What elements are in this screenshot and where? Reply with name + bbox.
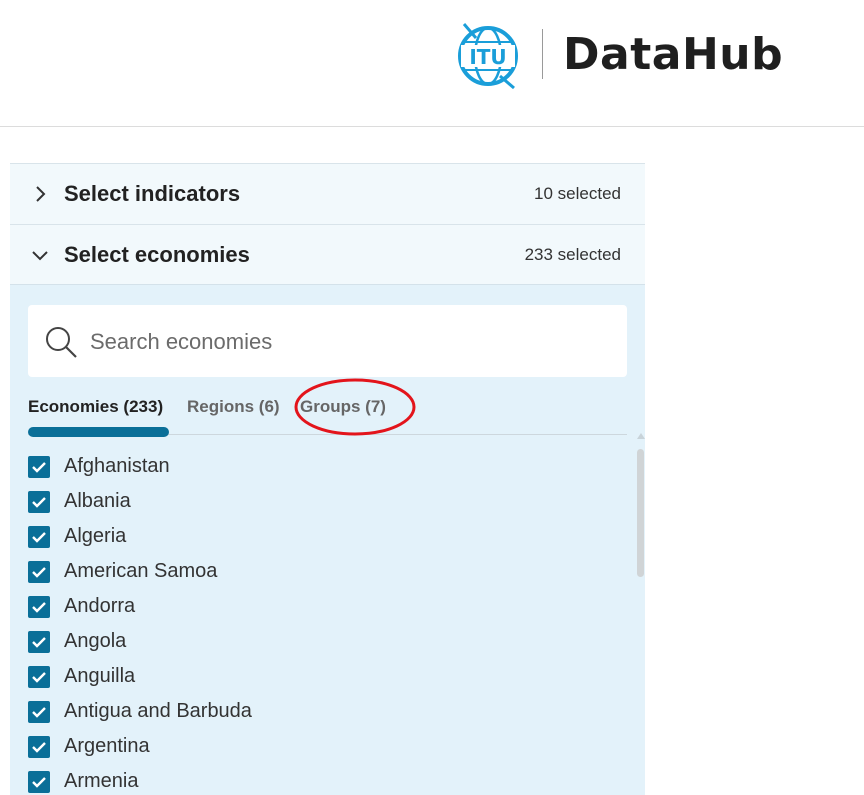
tab-groups[interactable]: Groups (7) [300,397,386,417]
brand-logo[interactable]: ITU DataHub [454,18,783,90]
list-item-label: Angola [64,630,127,652]
list-item[interactable]: Algeria [28,519,628,554]
select-indicators-title: Select indicators [64,181,241,206]
list-scrollbar[interactable] [635,433,645,795]
filter-panel: Select indicators 10 selected Select eco… [10,163,645,795]
list-item-label: American Samoa [64,560,218,582]
checkmark-icon [32,601,46,613]
list-item[interactable]: Argentina [28,729,628,764]
list-item[interactable]: Albania [28,484,628,519]
checkmark-icon [32,741,46,753]
list-item-label: Albania [64,490,131,512]
chevron-down-icon [32,250,48,260]
list-item[interactable]: Anguilla [28,659,628,694]
list-item[interactable]: Antigua and Barbuda [28,694,628,729]
search-input[interactable] [88,321,612,363]
checkmark-icon [32,776,46,788]
checkbox[interactable] [28,630,50,653]
list-item-label: Argentina [64,735,150,757]
chevron-right-icon [36,186,46,202]
checkmark-icon [32,706,46,718]
select-indicators-toggle[interactable]: Select indicators 10 selected [10,163,645,224]
list-item-label: Anguilla [64,665,136,687]
list-item-label: Andorra [64,595,136,617]
list-item[interactable]: Angola [28,624,628,659]
checkbox[interactable] [28,595,50,618]
checkmark-icon [32,566,46,578]
checkbox[interactable] [28,490,50,513]
brand-title: DataHub [563,28,784,80]
logo-text: ITU [469,45,506,69]
active-tab-indicator [28,427,169,437]
list-item-label: Afghanistan [64,455,170,477]
itu-logo-icon: ITU [458,23,518,90]
select-economies-title: Select economies [64,241,250,267]
list-item[interactable]: Armenia [28,764,628,795]
list-item-label: Algeria [64,525,127,547]
list-item-label: Antigua and Barbuda [64,700,252,722]
select-economies-toggle[interactable]: Select economies 233 selected [10,224,645,285]
search-box [28,305,627,377]
checkbox[interactable] [28,770,50,793]
checkmark-icon [32,461,46,473]
checkmark-icon [32,636,46,648]
economy-tabs: Economies (233) Regions (6) Groups (7) [28,388,627,437]
scroll-up-arrow-icon[interactable] [637,433,645,439]
economy-list: Afghanistan Albania Algeria American Sam… [28,449,628,795]
tab-regions[interactable]: Regions (6) [187,397,280,417]
list-item[interactable]: Afghanistan [28,449,628,484]
checkmark-icon [32,496,46,508]
checkbox[interactable] [28,735,50,758]
app-header: ITU DataHub [0,0,864,127]
checkbox[interactable] [28,665,50,688]
list-item[interactable]: Andorra [28,589,628,624]
checkbox[interactable] [28,700,50,723]
checkbox[interactable] [28,455,50,478]
search-icon [46,327,77,358]
scroll-thumb[interactable] [637,449,644,577]
list-item-label: Armenia [64,770,139,792]
logo-divider [542,29,543,79]
checkbox[interactable] [28,560,50,583]
tab-economies[interactable]: Economies (233) [28,397,163,417]
checkmark-icon [32,671,46,683]
indicators-selected-count: 10 selected [534,184,621,203]
economies-selected-count: 233 selected [524,244,621,264]
list-item[interactable]: American Samoa [28,554,628,589]
checkmark-icon [32,531,46,543]
checkbox[interactable] [28,525,50,548]
